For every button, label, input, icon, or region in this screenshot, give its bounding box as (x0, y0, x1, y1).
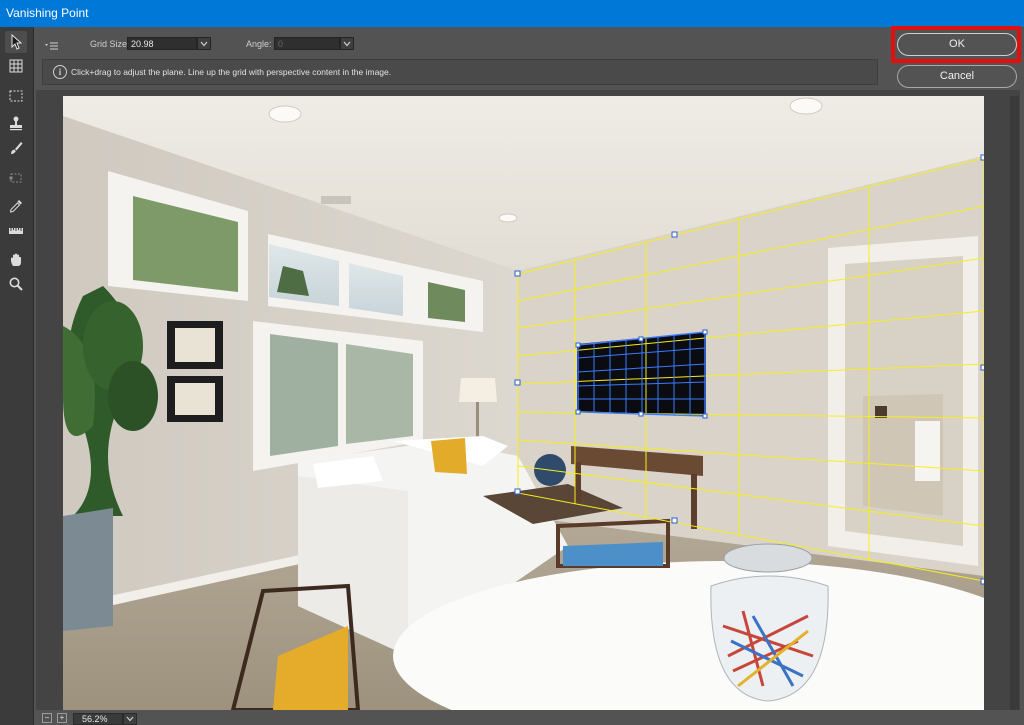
angle-input[interactable]: 0 (274, 37, 340, 50)
angle-dropdown[interactable] (340, 37, 354, 50)
marquee-tool-icon[interactable] (5, 85, 27, 107)
status-bar (34, 712, 1024, 725)
create-plane-tool-icon[interactable] (5, 55, 27, 77)
brush-tool-icon[interactable] (5, 137, 27, 159)
image-canvas[interactable] (63, 96, 984, 710)
cancel-button[interactable]: Cancel (897, 65, 1017, 88)
chevron-down-icon (126, 716, 134, 722)
grid-size-dropdown[interactable] (197, 37, 211, 50)
tools-panel (0, 27, 34, 725)
zoom-level-field[interactable]: 56.2% (73, 713, 123, 725)
edit-plane-tool-icon[interactable] (5, 31, 27, 53)
flyout-menu-icon[interactable] (44, 38, 60, 50)
chevron-down-icon (343, 41, 351, 46)
info-bar: i Click+drag to adjust the plane. Line u… (42, 59, 878, 85)
transform-tool-icon[interactable] (5, 167, 27, 189)
zoom-in-button[interactable]: + (57, 713, 67, 723)
zoom-dropdown[interactable] (123, 713, 137, 725)
ok-highlight-box (891, 26, 1021, 63)
hand-tool-icon[interactable] (5, 249, 27, 271)
grid-size-label: Grid Size: (90, 39, 130, 49)
zoom-tool-icon[interactable] (5, 273, 27, 295)
window-title: Vanishing Point (6, 6, 89, 20)
grid-size-input[interactable]: 20.98 (127, 37, 197, 50)
options-bar: Grid Size: 20.98 Angle: 0 (34, 27, 884, 59)
stamp-tool-icon[interactable] (5, 112, 27, 134)
vertical-scrollbar[interactable] (1010, 96, 1019, 710)
angle-label: Angle: (246, 39, 272, 49)
info-message: Click+drag to adjust the plane. Line up … (71, 67, 392, 77)
info-icon: i (53, 65, 67, 79)
title-bar: Vanishing Point (0, 0, 1024, 27)
perspective-plane-grid[interactable] (63, 96, 984, 710)
eyedropper-tool-icon[interactable] (5, 195, 27, 217)
chevron-down-icon (200, 41, 208, 46)
measure-tool-icon[interactable] (5, 220, 27, 242)
zoom-out-button[interactable]: − (42, 713, 52, 723)
